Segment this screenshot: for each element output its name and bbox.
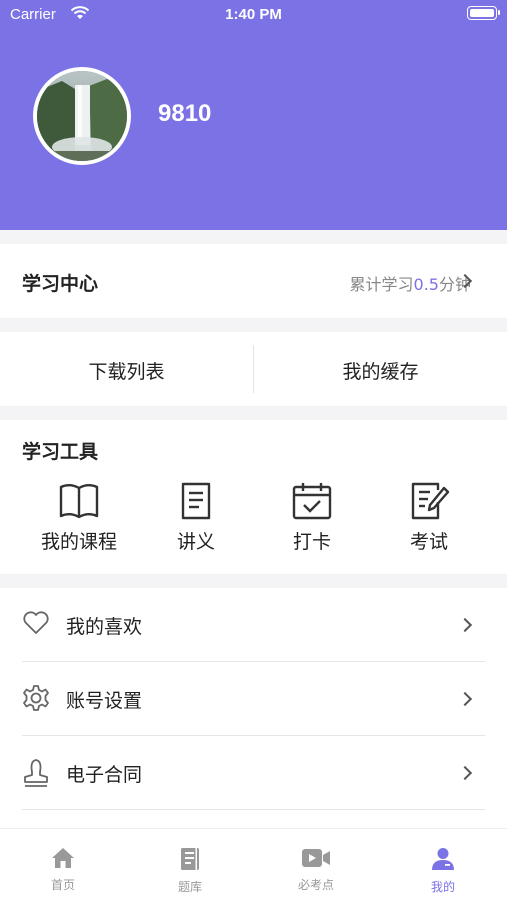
avatar-image [37, 71, 127, 161]
tool-label: 打卡 [292, 531, 331, 553]
video-icon [302, 849, 330, 867]
username: 9810 [158, 100, 212, 127]
menu-item-label: 电子合同 [66, 764, 143, 786]
study-time-value: 0.5 [413, 275, 439, 294]
settings-menu: 我的喜欢 账号设置 电子合同 [0, 588, 507, 828]
tool-check-in[interactable]: 打卡 [257, 482, 367, 554]
tab-label: 我的 [430, 880, 455, 894]
bottom-tab-bar: 首页 题库 必考点 我的 [0, 828, 507, 900]
chevron-right-icon [457, 617, 473, 633]
exam-edit-icon [411, 482, 450, 520]
heart-icon [23, 611, 49, 634]
profile-header: Carrier 1:40 PM 9810 [0, 0, 507, 230]
status-bar: Carrier 1:40 PM [0, 0, 507, 30]
tab-key-points[interactable]: 必考点 [253, 847, 379, 893]
study-time-summary: 累计学习0.5分钟 [350, 271, 471, 295]
my-cache-button[interactable]: 我的缓存 [254, 357, 507, 384]
study-center-title: 学习中心 [22, 273, 99, 295]
download-list-button[interactable]: 下载列表 [0, 357, 253, 384]
tab-label: 题库 [177, 880, 202, 894]
tool-label: 我的课程 [40, 531, 117, 553]
tab-mine[interactable]: 我的 [380, 847, 506, 895]
menu-item-e-contract[interactable]: 电子合同 [0, 736, 507, 810]
tool-label: 考试 [409, 531, 448, 553]
tab-question-bank[interactable]: 题库 [127, 847, 253, 895]
user-icon [432, 848, 454, 870]
document-icon [181, 482, 211, 520]
chevron-right-icon [457, 765, 473, 781]
clock: 1:40 PM [225, 6, 282, 23]
book-icon [59, 484, 99, 519]
stamp-icon [24, 759, 48, 787]
chevron-right-icon [457, 691, 473, 707]
menu-item-favorites[interactable]: 我的喜欢 [0, 588, 507, 662]
study-center-row[interactable]: 学习中心 累计学习0.5分钟 [0, 244, 507, 318]
study-tools: 学习工具 我的课程 讲义 打卡 考试 [0, 420, 507, 574]
menu-item-label: 我的喜欢 [66, 616, 143, 638]
tool-label: 讲义 [176, 531, 215, 553]
tool-exam[interactable]: 考试 [374, 482, 484, 554]
battery-icon [467, 6, 500, 20]
downloads-bar: 下载列表 我的缓存 [0, 332, 507, 406]
question-bank-icon [181, 848, 199, 870]
home-icon [52, 848, 74, 868]
tool-handouts[interactable]: 讲义 [141, 482, 251, 554]
avatar[interactable] [33, 67, 131, 165]
study-tools-title: 学习工具 [22, 441, 99, 463]
tab-label: 首页 [50, 878, 75, 892]
tool-my-courses[interactable]: 我的课程 [24, 482, 134, 554]
menu-item-account-settings[interactable]: 账号设置 [0, 662, 507, 736]
study-time-prefix: 累计学习 [349, 275, 414, 294]
menu-item-label: 账号设置 [66, 690, 143, 712]
divider [22, 809, 485, 810]
tab-home[interactable]: 首页 [0, 847, 126, 893]
tab-label: 必考点 [297, 878, 334, 892]
calendar-check-icon [292, 483, 332, 520]
gear-icon [23, 685, 49, 711]
